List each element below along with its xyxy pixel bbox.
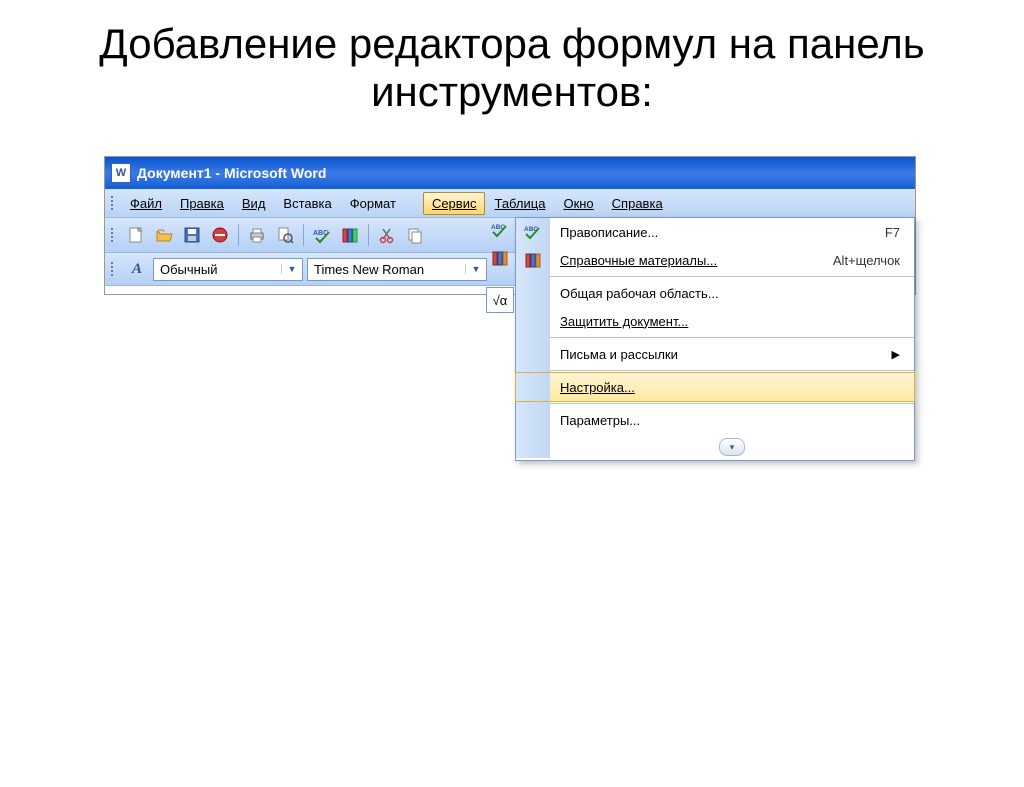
toolbar-sep-2 <box>303 224 304 246</box>
books-icon[interactable] <box>489 247 511 269</box>
cut-button[interactable] <box>374 222 400 248</box>
permission-button[interactable] <box>207 222 233 248</box>
menubar: Файл Правка Вид Вставка Формат Сервис Та… <box>105 189 915 218</box>
dd-customize[interactable]: Настройка... <box>516 373 914 401</box>
menu-help[interactable]: Справка <box>603 192 672 215</box>
menu-format[interactable]: Формат <box>341 192 405 215</box>
toolbar-sep-3 <box>368 224 369 246</box>
menu-insert[interactable]: Вставка <box>274 192 340 215</box>
dd-research[interactable]: Справочные материалы... Alt+щелчок <box>516 246 914 274</box>
chevron-down-icon: ▼ <box>281 264 300 274</box>
style-combo-value: Обычный <box>160 262 281 277</box>
menu-tools[interactable]: Сервис <box>423 192 486 215</box>
expand-menu-button[interactable]: ▾ <box>719 438 745 456</box>
new-doc-button[interactable] <box>123 222 149 248</box>
word-app-icon: W <box>111 163 131 183</box>
menu-edit[interactable]: Правка <box>171 192 233 215</box>
menu-view[interactable]: Вид <box>233 192 275 215</box>
menu-table[interactable]: Таблица <box>485 192 554 215</box>
style-combo[interactable]: Обычный ▼ <box>153 258 303 281</box>
dd-spelling[interactable]: ABC Правописание... F7 <box>516 218 914 246</box>
toolbar-grip-2[interactable] <box>109 228 115 242</box>
word-window: W Документ1 - Microsoft Word Файл Правка… <box>104 156 916 295</box>
abc-check-icon-2: ABC <box>516 218 550 246</box>
books-icon-2 <box>516 246 550 274</box>
chevron-down-icon-2: ▼ <box>465 264 484 274</box>
slide-title: Добавление редактора формул на панель ин… <box>40 20 984 116</box>
research-button[interactable] <box>337 222 363 248</box>
dd-options[interactable]: Параметры... <box>516 406 914 434</box>
print-button[interactable] <box>244 222 270 248</box>
tools-dropdown: ABC Правописание... F7 Справочные матери… <box>515 217 915 461</box>
font-combo[interactable]: Times New Roman ▼ <box>307 258 487 281</box>
styles-icon[interactable]: A <box>125 258 149 280</box>
dd-protect[interactable]: Защитить документ... <box>516 307 914 335</box>
open-button[interactable] <box>151 222 177 248</box>
toolbar-sep <box>238 224 239 246</box>
font-combo-value: Times New Roman <box>314 262 465 277</box>
titlebar-text: Документ1 - Microsoft Word <box>137 165 326 181</box>
overflow-icons: ABC √α <box>485 219 515 313</box>
print-preview-button[interactable] <box>272 222 298 248</box>
menu-file[interactable]: Файл <box>121 192 171 215</box>
menu-window[interactable]: Окно <box>554 192 602 215</box>
submenu-arrow-icon: ▶ <box>892 340 914 368</box>
titlebar: W Документ1 - Microsoft Word <box>105 157 915 189</box>
toolbar-grip[interactable] <box>109 196 115 210</box>
equation-icon[interactable]: √α <box>486 287 514 313</box>
toolbar-grip-3[interactable] <box>109 262 115 276</box>
dd-workspace[interactable]: Общая рабочая область... <box>516 279 914 307</box>
copy-button[interactable] <box>402 222 428 248</box>
save-button[interactable] <box>179 222 205 248</box>
dd-letters[interactable]: Письма и рассылки ▶ <box>516 340 914 368</box>
spelling-button[interactable]: ABC <box>309 222 335 248</box>
abc-check-icon[interactable]: ABC <box>489 219 511 241</box>
